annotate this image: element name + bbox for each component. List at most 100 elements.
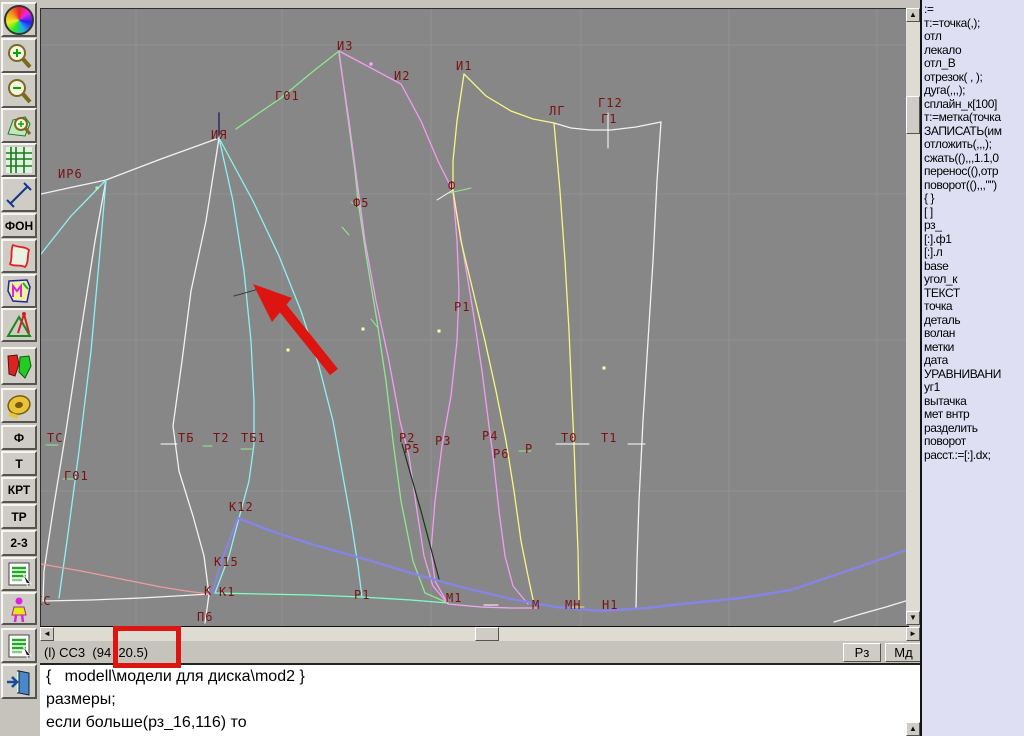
command-list-item[interactable]: отрезок( , ); xyxy=(924,71,1024,85)
pattern-pieces-icon xyxy=(5,352,33,380)
scroll-down-icon[interactable]: ▼ xyxy=(906,611,920,625)
zoom-out-button[interactable] xyxy=(1,73,37,108)
command-list-item[interactable]: отл_В xyxy=(924,57,1024,71)
command-list-item[interactable]: т:=точка(,); xyxy=(924,17,1024,31)
command-list-item[interactable]: мет внтр xyxy=(924,408,1024,422)
md-button[interactable]: Мд xyxy=(885,643,922,662)
drafting-tools-button[interactable] xyxy=(1,308,37,342)
command-list-item[interactable]: деталь xyxy=(924,314,1024,328)
pattern-curve xyxy=(833,599,909,623)
pattern-curve xyxy=(553,122,580,605)
command-list-item[interactable]: лекало xyxy=(924,44,1024,58)
command-list-item[interactable]: [:].л xyxy=(924,246,1024,260)
scroll-right-icon[interactable]: ► xyxy=(906,627,920,641)
pattern-point-label: Ф5 xyxy=(353,196,369,210)
scroll-left-icon[interactable]: ◄ xyxy=(40,627,54,641)
pattern-outline-button[interactable] xyxy=(1,239,37,273)
command-list-item[interactable]: отл xyxy=(924,30,1024,44)
command-list-item[interactable]: поворот xyxy=(924,435,1024,449)
vertical-scroll-thumb[interactable] xyxy=(906,96,920,134)
pattern-curve xyxy=(58,179,107,599)
command-list-item[interactable]: разделить xyxy=(924,422,1024,436)
measuring-tape-button[interactable] xyxy=(1,388,37,423)
command-list-item[interactable]: рз_ xyxy=(924,219,1024,233)
command-list-item[interactable]: base xyxy=(924,260,1024,274)
pattern-point-label: Р5 xyxy=(404,442,420,456)
grid-button[interactable] xyxy=(1,143,37,177)
command-list-item[interactable]: ЗАПИСАТЬ(им xyxy=(924,125,1024,139)
command-list-item[interactable]: точка xyxy=(924,300,1024,314)
command-list-item[interactable]: т:=метка(точка xyxy=(924,111,1024,125)
command-list-item[interactable]: отложить(,,,); xyxy=(924,138,1024,152)
zoom-region-icon xyxy=(5,112,33,140)
pattern-point-label: Г01 xyxy=(275,89,300,103)
person-icon xyxy=(5,595,33,623)
pattern-pieces-button[interactable] xyxy=(1,347,37,385)
command-list-item[interactable]: ТЕКСТ xyxy=(924,287,1024,301)
command-list-item[interactable]: УРАВНИВАНИ xyxy=(924,368,1024,382)
code-line: если больше(рз_16,116) то xyxy=(46,714,247,731)
pattern-point-label: КС xyxy=(41,594,51,608)
pattern-curve xyxy=(42,593,210,602)
zoom-region-button[interactable] xyxy=(1,108,37,143)
palette-button[interactable] xyxy=(1,2,37,37)
command-list-item[interactable]: дата xyxy=(924,354,1024,368)
pattern-canvas-svg[interactable]: И3 И2 И1 Г01 ИР6 ИЯ ЛГ Г12 Г1 Ф5 Ф Р1 ТС Г01 ТБ Т2 ТБ1 К1… xyxy=(41,9,909,626)
tr-button[interactable]: ТР xyxy=(1,504,37,529)
pattern-point-label: К12 xyxy=(229,500,254,514)
code-panel[interactable]: { modell\модели для диска\mod2 } размеры;… xyxy=(40,663,922,736)
pattern-detail-button[interactable] xyxy=(1,274,37,308)
pattern-point-label: Р3 xyxy=(435,434,451,448)
command-list-item[interactable]: перенос((),отр xyxy=(924,165,1024,179)
status-text: (l) СС3 (94 20.5) xyxy=(44,645,149,660)
command-list-item[interactable]: вытачка xyxy=(924,395,1024,409)
pattern-curve xyxy=(338,50,460,605)
krt-button[interactable]: КРТ xyxy=(1,477,37,503)
point-marker xyxy=(602,366,606,370)
pattern-point-label: И1 xyxy=(456,59,472,73)
drawing-canvas[interactable]: И3 И2 И1 Г01 ИР6 ИЯ ЛГ Г12 Г1 Ф5 Ф Р1 ТС Г01 ТБ Т2 ТБ1 К1… xyxy=(40,8,909,627)
command-list-item[interactable]: сжать((),,,1.1,0 xyxy=(924,152,1024,166)
code-scroll-up-icon[interactable]: ▲ xyxy=(906,722,920,736)
exit-button[interactable] xyxy=(1,664,37,699)
command-list-item[interactable]: сплайн_к[100] xyxy=(924,98,1024,112)
command-list-item[interactable]: [ ] xyxy=(924,206,1024,220)
text-list-button[interactable] xyxy=(1,557,37,591)
command-list-item[interactable]: метки xyxy=(924,341,1024,355)
background-button[interactable]: ФОН xyxy=(1,213,37,238)
command-list-item[interactable]: { } xyxy=(924,192,1024,206)
command-list-item[interactable]: := xyxy=(924,3,1024,17)
command-list-item[interactable]: поворот((),,,"") xyxy=(924,179,1024,193)
pattern-point-label: К xyxy=(204,584,212,598)
command-list-item[interactable]: уг1 xyxy=(924,381,1024,395)
pattern-outline-icon xyxy=(5,242,33,270)
zoom-in-button[interactable] xyxy=(1,38,37,73)
command-list-item[interactable]: [:].ф1 xyxy=(924,233,1024,247)
left-toolbar: ФОН Ф Т КРТ ТР 2-3 xyxy=(0,0,39,736)
command-list-item[interactable]: дуга(,,,); xyxy=(924,84,1024,98)
canvas-vertical-scrollbar[interactable]: ▲ ▼ xyxy=(906,8,920,625)
pattern-curve xyxy=(341,226,350,236)
command-list-item[interactable]: угол_к xyxy=(924,273,1024,287)
pattern-curve xyxy=(214,592,449,604)
point-marker xyxy=(95,186,99,190)
rz-button[interactable]: Рз xyxy=(843,643,881,662)
pattern-curve xyxy=(635,121,662,609)
f-button[interactable]: Ф xyxy=(1,425,37,450)
measure-line-icon xyxy=(5,181,33,209)
document-list-icon xyxy=(5,632,33,660)
command-list-item[interactable]: расст.:=[:].dx; xyxy=(924,449,1024,463)
scroll-up-icon[interactable]: ▲ xyxy=(906,8,920,22)
command-list-item[interactable]: волан xyxy=(924,327,1024,341)
horizontal-scroll-thumb[interactable] xyxy=(475,627,499,641)
pattern-point-label: ТБ xyxy=(178,431,194,445)
t-button[interactable]: Т xyxy=(1,451,37,476)
pattern-point-label: Г12 xyxy=(598,96,623,110)
mannequin-button[interactable] xyxy=(1,592,37,625)
two-three-button[interactable]: 2-3 xyxy=(1,530,37,556)
measure-line-button[interactable] xyxy=(1,177,37,212)
code-line: размеры; xyxy=(46,691,116,708)
canvas-horizontal-scrollbar[interactable]: ◄ ► xyxy=(40,627,920,641)
application-window: ФОН Ф Т КРТ ТР 2-3 И3 И2 И1 Г01 ИР6 ИЯ ЛГ Г12 Г1 Ф5 Ф Р1… xyxy=(0,0,1024,736)
text-list-button-2[interactable] xyxy=(1,628,37,663)
